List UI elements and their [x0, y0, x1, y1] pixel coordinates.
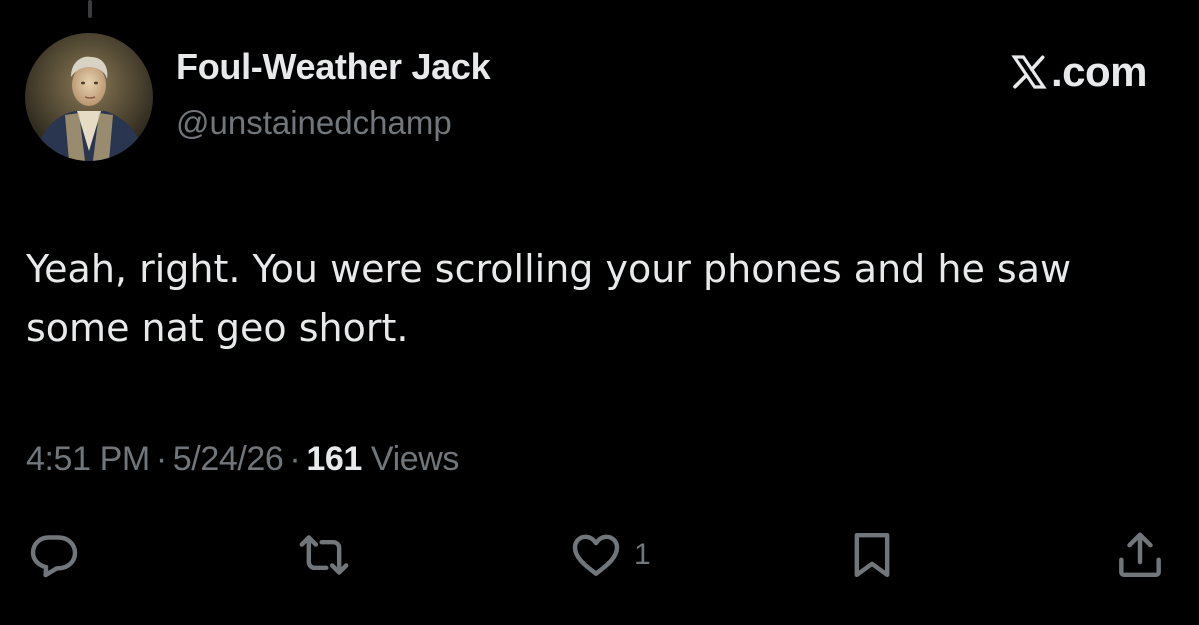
brand-watermark: .com — [1009, 44, 1148, 100]
bookmark-icon — [854, 532, 890, 578]
repost-button[interactable] — [296, 525, 352, 585]
brand-domain: .com — [1050, 48, 1148, 95]
tweet-text: Yeah, right. You were scrolling your pho… — [26, 247, 1072, 350]
share-icon — [1119, 532, 1161, 578]
like-count: 1 — [634, 538, 651, 571]
share-button[interactable] — [1112, 525, 1168, 585]
views-label: Views — [370, 440, 460, 478]
tweet-date[interactable]: 5/24/26 — [173, 440, 284, 478]
like-button[interactable]: 1 — [568, 525, 651, 585]
tweet-metadata: 4:51 PM · 5/24/26 · 161 Views — [26, 440, 459, 479]
views-count: 161 — [306, 440, 362, 478]
author-display-name[interactable]: Foul-Weather Jack — [176, 46, 491, 88]
x-logo-icon — [1011, 55, 1047, 89]
portrait-avatar-image — [25, 33, 153, 161]
reply-button[interactable] — [26, 525, 82, 585]
tweet-time[interactable]: 4:51 PM — [26, 440, 150, 478]
meta-separator: · — [155, 440, 167, 478]
tweet-action-bar: 1 — [0, 525, 1199, 585]
author-handle[interactable]: @unstainedchamp — [176, 104, 452, 142]
reply-icon — [30, 535, 78, 578]
repost-icon — [299, 535, 349, 575]
heart-icon — [572, 534, 620, 576]
thread-connector-line — [88, 0, 92, 18]
meta-separator: · — [289, 440, 301, 478]
avatar[interactable] — [25, 33, 153, 161]
bookmark-button[interactable] — [844, 525, 900, 585]
